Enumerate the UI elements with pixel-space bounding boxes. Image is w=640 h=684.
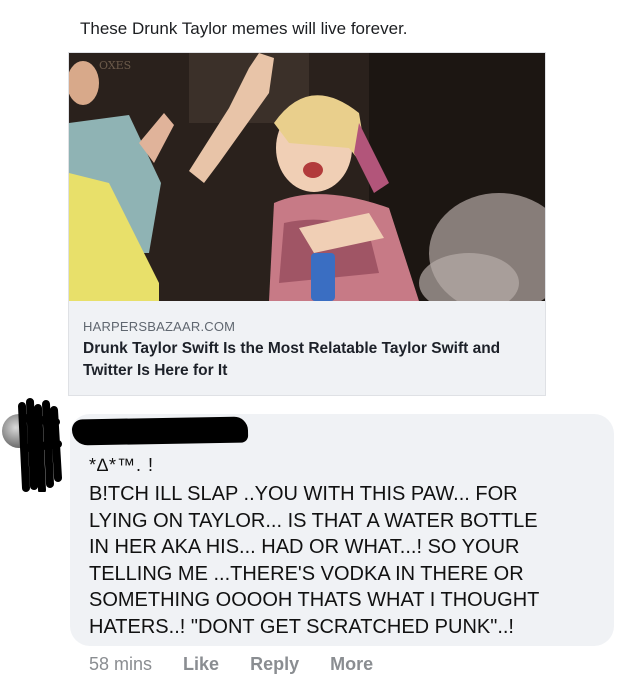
redacted-commenter-name (71, 416, 249, 446)
sign-text: OXES (99, 59, 131, 72)
link-preview-image[interactable]: OXES (69, 53, 545, 301)
post-caption: These Drunk Taylor memes will live forev… (80, 19, 408, 38)
comment-timestamp[interactable]: 58 mins (89, 654, 152, 675)
link-domain: HARPERSBAZAAR.COM (83, 319, 236, 334)
redaction-scribble (18, 398, 62, 492)
like-button[interactable]: Like (183, 654, 219, 675)
link-preview-card[interactable]: OXES HARPERSBAZAAR.COM Drunk Taylor Swif… (68, 52, 546, 396)
more-button[interactable]: More (330, 654, 373, 675)
reply-button[interactable]: Reply (250, 654, 299, 675)
comment-text: B!TCH ILL SLAP ..YOU WITH THIS PAW... FO… (89, 483, 540, 638)
comment-symbols: *∆*™. ! (89, 455, 155, 475)
link-title[interactable]: Drunk Taylor Swift Is the Most Relatable… (83, 338, 523, 382)
comment-actions: 58 mins Like Reply More (89, 654, 399, 675)
